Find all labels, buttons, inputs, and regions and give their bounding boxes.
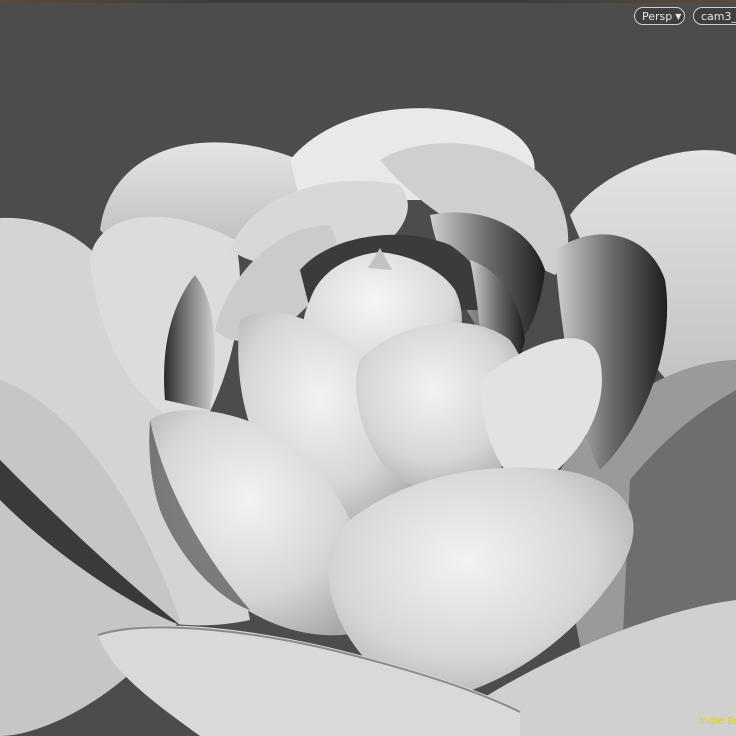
license-watermark: Indie Ed xyxy=(699,716,736,727)
camera-view-label: Persp xyxy=(642,10,673,23)
camera-view-menu[interactable]: Persp ▼ xyxy=(634,7,685,25)
flower-render xyxy=(0,108,736,736)
camera-name: cam3_s xyxy=(701,10,736,23)
camera-selector[interactable]: cam3_s xyxy=(693,7,736,25)
chevron-down-icon: ▼ xyxy=(675,12,682,21)
3d-viewport[interactable]: Persp▼ cam3_s Indie Ed xyxy=(0,0,736,736)
